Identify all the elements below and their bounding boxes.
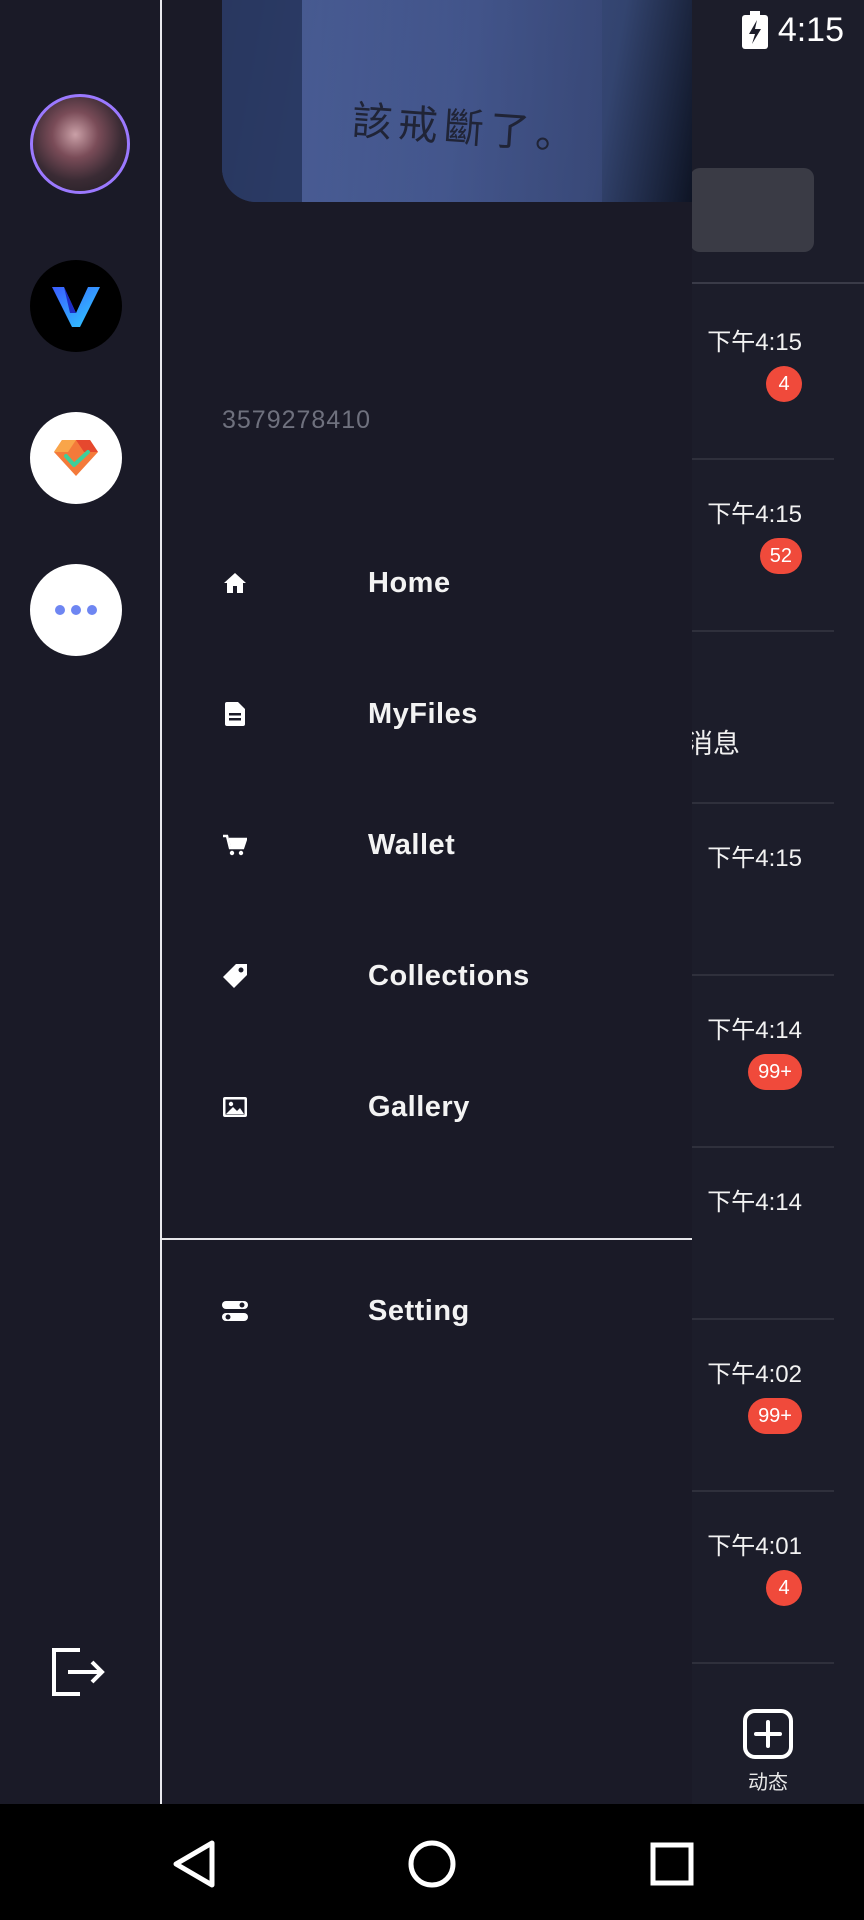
home-icon: [222, 570, 248, 596]
toggle-icon: [222, 1298, 248, 1324]
battery-charging-icon: [741, 11, 768, 49]
search-box[interactable]: [690, 168, 814, 252]
menu-divider: [162, 1238, 692, 1240]
menu-item-wallet[interactable]: Wallet: [222, 810, 692, 880]
side-drawer: 該戒斷了。 3579278410 Home MyFiles Wallet Col…: [162, 0, 692, 1804]
v-logo-icon: [52, 287, 100, 327]
back-button[interactable]: [164, 1834, 224, 1894]
chat-row[interactable]: 下午4:02 99+: [690, 1318, 834, 1492]
user-id: 3579278410: [222, 406, 372, 434]
home-button[interactable]: [402, 1834, 462, 1894]
unread-badge: 99+: [748, 1398, 802, 1434]
chat-row[interactable]: 下午4:15 52: [690, 458, 834, 632]
chat-time: 下午4:15: [707, 845, 802, 872]
recents-button[interactable]: [642, 1834, 702, 1894]
recents-square-icon: [650, 1842, 694, 1886]
status-time: 4:15: [777, 10, 844, 49]
logout-icon[interactable]: [50, 1646, 108, 1698]
menu-label: Collections: [368, 959, 530, 992]
system-nav-bar: [0, 1804, 864, 1920]
chat-snippet: 消息: [686, 729, 740, 759]
menu-item-collections[interactable]: Collections: [222, 941, 692, 1011]
back-triangle-icon: [173, 1840, 215, 1888]
cover-shade: [222, 0, 302, 202]
unread-badge: 99+: [748, 1054, 802, 1090]
menu-item-home[interactable]: Home: [222, 548, 692, 618]
chat-time: 下午4:14: [707, 1017, 802, 1044]
account-v-button[interactable]: [30, 260, 122, 352]
unread-badge: 52: [759, 538, 802, 574]
more-dots-icon: [55, 605, 97, 615]
home-circle-icon: [408, 1840, 456, 1888]
image-icon: [222, 1094, 248, 1120]
cart-icon: [222, 832, 248, 858]
file-icon: [222, 701, 248, 727]
unread-badge: 4: [766, 1570, 802, 1606]
avatar[interactable]: [30, 94, 130, 194]
menu-label: Setting: [368, 1294, 470, 1327]
add-square-icon: [743, 1709, 793, 1759]
chat-time: 下午4:14: [707, 1189, 802, 1216]
chat-time: 下午4:15: [707, 501, 802, 528]
tag-icon: [222, 963, 248, 989]
chat-row[interactable]: 下午4:14 99+: [690, 974, 834, 1148]
menu-label: MyFiles: [368, 697, 478, 730]
moments-label: 动态: [748, 1772, 788, 1794]
menu-label: Gallery: [368, 1090, 470, 1123]
unread-badge: 4: [766, 366, 802, 402]
menu-item-setting[interactable]: Setting: [222, 1276, 692, 1346]
menu-item-gallery[interactable]: Gallery: [222, 1072, 692, 1142]
profile-cover-image: 該戒斷了。: [222, 0, 692, 202]
header-divider: [690, 282, 864, 284]
chat-row[interactable]: 下午4:15: [690, 802, 834, 976]
diamond-icon: [54, 440, 98, 476]
moments-tab[interactable]: 动态: [728, 1708, 808, 1795]
menu-item-myfiles[interactable]: MyFiles: [222, 679, 692, 749]
chat-time: 下午4:02: [707, 1361, 802, 1388]
chat-time: 下午4:01: [707, 1533, 802, 1560]
chat-row[interactable]: 下午4:01 4: [690, 1490, 834, 1664]
chat-row[interactable]: 下午4:15 4: [690, 286, 834, 460]
menu-label: Wallet: [368, 828, 456, 861]
menu-label: Home: [368, 566, 451, 599]
chat-row[interactable]: 下午4:14: [690, 1146, 834, 1320]
account-rail: [0, 0, 162, 1804]
more-accounts-button[interactable]: [30, 564, 122, 656]
status-bar: 4:15: [741, 8, 844, 52]
chat-time: 下午4:15: [707, 329, 802, 356]
account-diamond-button[interactable]: [30, 412, 122, 504]
chat-row[interactable]: 消息: [686, 630, 834, 804]
